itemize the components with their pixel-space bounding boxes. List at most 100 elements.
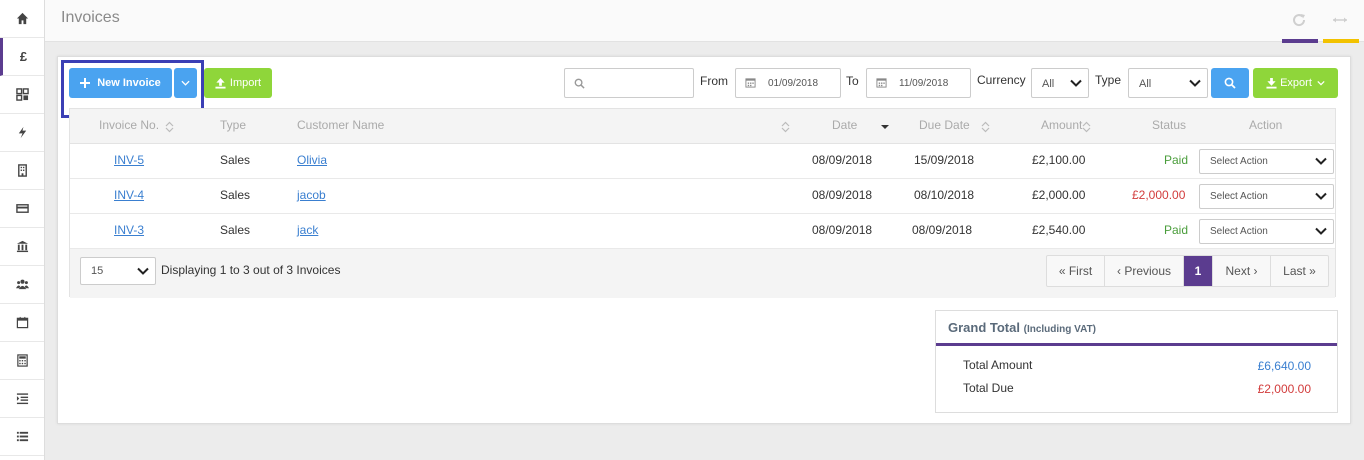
grand-total-title: Grand Total (Including VAT): [948, 320, 1096, 335]
type-select[interactable]: All: [1128, 68, 1208, 98]
search-field[interactable]: [564, 68, 694, 98]
pagination-last[interactable]: Last »: [1271, 256, 1328, 286]
sidebar: £: [0, 0, 45, 460]
pagination-next[interactable]: Next ›: [1213, 256, 1271, 286]
invoice-number-link[interactable]: INV-4: [114, 188, 144, 202]
invoice-type: Sales: [220, 188, 251, 202]
header-invoice-no[interactable]: Invoice No.: [99, 118, 159, 132]
import-button[interactable]: Import: [204, 68, 272, 98]
customer-link[interactable]: jacob: [297, 188, 326, 202]
to-date-value: 11/09/2018: [899, 78, 949, 89]
export-button[interactable]: Export: [1253, 68, 1338, 98]
header-type[interactable]: Type: [220, 118, 246, 132]
building-icon: [17, 164, 27, 177]
grand-total-panel: Grand Total (Including VAT) Total Amount…: [935, 310, 1338, 413]
sidebar-item-quick[interactable]: [0, 114, 44, 152]
chevron-down-icon: [1189, 79, 1201, 87]
action-select[interactable]: Select Action: [1199, 219, 1334, 244]
invoice-amount: £2,540.00: [1032, 223, 1086, 237]
calendar-icon: [16, 316, 28, 329]
invoice-due-date: 08/09/2018: [912, 223, 973, 237]
invoice-type: Sales: [220, 223, 251, 237]
sidebar-item-calculator[interactable]: [0, 342, 44, 380]
invoice-number-link[interactable]: INV-5: [114, 153, 144, 167]
invoice-amount: £2,000.00: [1032, 188, 1086, 202]
invoice-due-date: 15/09/2018: [914, 153, 975, 167]
header-amount[interactable]: Amount: [1041, 118, 1082, 132]
search-icon: [1224, 77, 1236, 89]
to-date-field[interactable]: 11/09/2018: [866, 68, 971, 98]
sort-icon[interactable]: [1082, 121, 1091, 133]
sort-desc-icon[interactable]: [880, 123, 890, 131]
header-accent-purple: [1282, 39, 1318, 43]
header-status[interactable]: Status: [1152, 118, 1186, 132]
customer-link[interactable]: Olivia: [297, 153, 327, 167]
sort-icon[interactable]: [165, 121, 174, 133]
sidebar-item-home[interactable]: [0, 0, 44, 38]
sidebar-item-contacts[interactable]: [0, 266, 44, 304]
sidebar-item-reports[interactable]: [0, 380, 44, 418]
customer-link[interactable]: jack: [297, 223, 318, 237]
sidebar-item-calendar[interactable]: [0, 304, 44, 342]
upload-icon: [215, 77, 226, 89]
download-icon: [1266, 77, 1277, 89]
chevron-down-icon: [1315, 157, 1327, 165]
sort-icon[interactable]: [981, 121, 990, 133]
invoice-due-date: 08/10/2018: [914, 188, 975, 202]
invoice-number-link[interactable]: INV-3: [114, 223, 144, 237]
invoices-panel: New Invoice Import From 01/09/2018 To 11…: [57, 56, 1351, 424]
action-select-value: Select Action: [1210, 156, 1268, 167]
export-label: Export: [1280, 77, 1312, 89]
header-accent-yellow: [1323, 39, 1359, 43]
invoice-date: 08/09/2018: [812, 188, 873, 202]
invoices-table: Invoice No. Type Customer Name Date Due …: [69, 108, 1336, 298]
sidebar-item-payments[interactable]: [0, 190, 44, 228]
from-date-field[interactable]: 01/09/2018: [735, 68, 841, 98]
sidebar-item-bank[interactable]: [0, 228, 44, 266]
grand-total-header: Grand Total (Including VAT): [936, 311, 1337, 346]
sidebar-item-list[interactable]: [0, 418, 44, 456]
grid-icon: [15, 88, 29, 101]
grand-total-title-text: Grand Total: [948, 320, 1020, 335]
pagination-first[interactable]: « First: [1047, 256, 1105, 286]
pagination-summary: Displaying 1 to 3 out of 3 Invoices: [161, 263, 341, 277]
invoice-status: Paid: [1164, 153, 1189, 167]
sidebar-item-sales[interactable]: £: [0, 38, 44, 76]
from-label: From: [700, 74, 728, 88]
pagination-page-1[interactable]: 1: [1184, 256, 1213, 286]
header-action: Action: [1249, 118, 1283, 132]
chevron-down-icon: [1315, 227, 1327, 235]
calendar-icon: [745, 78, 756, 88]
search-input[interactable]: [591, 75, 687, 91]
page-header: Invoices: [45, 0, 1364, 43]
header-date[interactable]: Date: [832, 118, 857, 132]
invoice-amount: £2,100.00: [1032, 153, 1086, 167]
bank-icon: [16, 240, 28, 253]
sidebar-item-dashboard[interactable]: [0, 76, 44, 114]
invoice-type: Sales: [220, 153, 251, 167]
page-title: Invoices: [61, 9, 120, 26]
page-size-value: 15: [91, 265, 104, 277]
search-button[interactable]: [1211, 68, 1249, 98]
sort-icon[interactable]: [781, 121, 790, 133]
action-select[interactable]: Select Action: [1199, 149, 1334, 174]
header-customer[interactable]: Customer Name: [297, 118, 384, 132]
search-icon: [574, 78, 585, 89]
calculator-icon: [16, 354, 28, 367]
total-due-value: £2,000.00: [1257, 382, 1311, 396]
from-date-value: 01/09/2018: [768, 78, 819, 89]
sidebar-item-company[interactable]: [0, 152, 44, 190]
pagination-previous[interactable]: ‹ Previous: [1105, 256, 1184, 286]
currency-value: All: [1042, 78, 1055, 90]
action-select-value: Select Action: [1210, 226, 1268, 237]
header-due-date[interactable]: Due Date: [919, 118, 970, 132]
refresh-icon[interactable]: [1289, 12, 1309, 32]
action-select-value: Select Action: [1210, 191, 1268, 202]
action-select[interactable]: Select Action: [1199, 184, 1334, 209]
page-size-select[interactable]: 15: [80, 257, 156, 285]
currency-select[interactable]: All: [1031, 68, 1089, 98]
table-footer: 15 Displaying 1 to 3 out of 3 Invoices «…: [70, 249, 1335, 298]
card-icon: [15, 204, 29, 213]
users-icon: [15, 279, 29, 290]
expand-icon[interactable]: [1330, 12, 1350, 32]
